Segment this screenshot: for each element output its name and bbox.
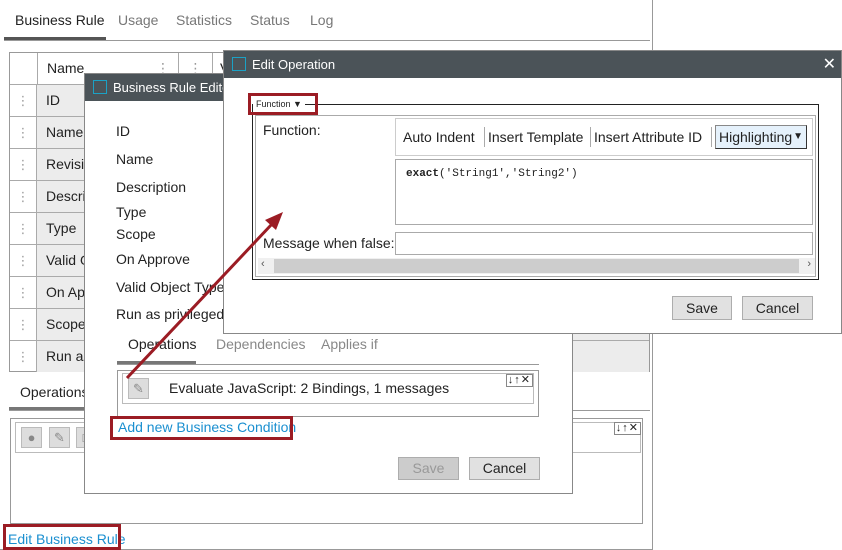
annotation-arrow <box>125 212 283 380</box>
